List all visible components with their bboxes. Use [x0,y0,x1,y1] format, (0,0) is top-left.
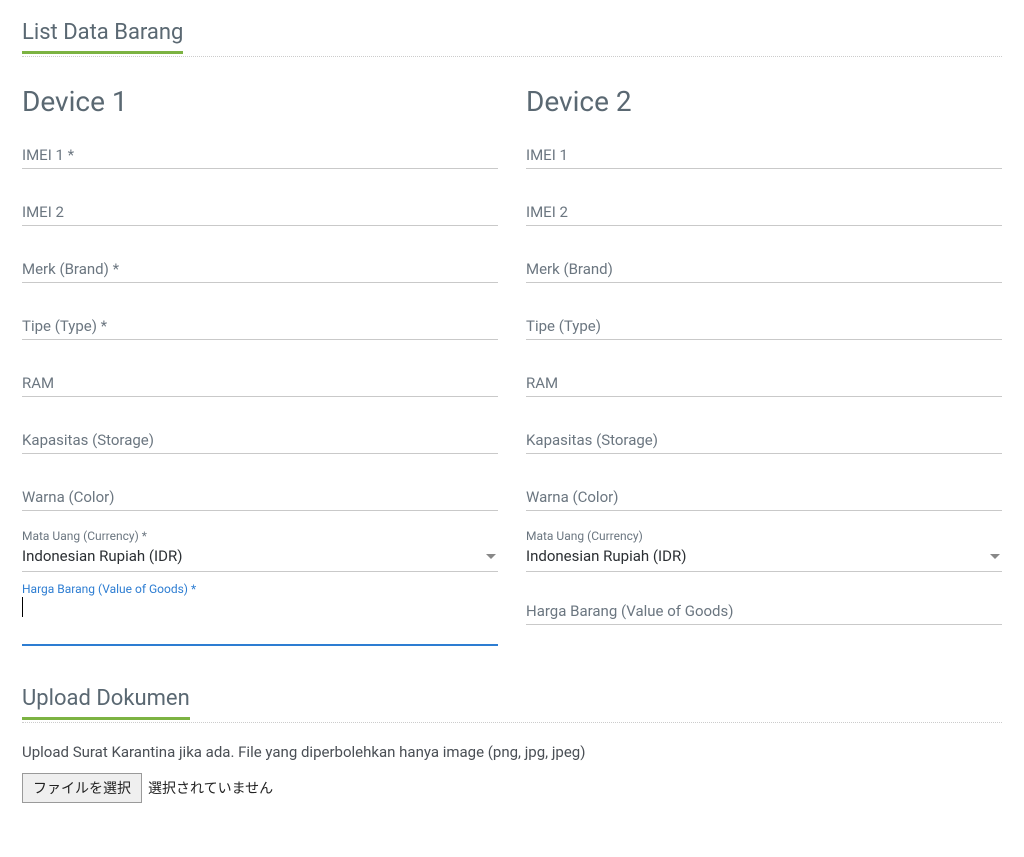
device-2-harga-label: Harga Barang (Value of Goods) [526,602,1002,620]
section-title-upload: Upload Dokumen [22,686,190,720]
device-2-imei1-field[interactable]: IMEI 1 [526,146,1002,169]
device-2-currency-value: Indonesian Rupiah (IDR) [526,547,686,565]
device-2-warna-label: Warna (Color) [526,488,1002,506]
device-2-merk-label: Merk (Brand) [526,260,1002,278]
device-2-merk-field[interactable]: Merk (Brand) [526,260,1002,283]
device-2-column: Device 2 IMEI 1 IMEI 2 Merk (Brand) Tipe… [526,85,1002,676]
device-1-heading: Device 1 [22,85,498,118]
device-1-column: Device 1 IMEI 1 * IMEI 2 Merk (Brand) * … [22,85,498,676]
device-1-merk-label: Merk (Brand) * [22,260,498,278]
section-title-list: List Data Barang [22,20,183,54]
device-1-currency-value: Indonesian Rupiah (IDR) [22,547,182,565]
file-select-button[interactable]: ファイルを選択 [22,773,142,803]
device-2-currency-small-label: Mata Uang (Currency) [526,529,1002,543]
device-2-heading: Device 2 [526,85,1002,118]
device-2-ram-field[interactable]: RAM [526,374,1002,397]
device-2-harga-field[interactable]: Harga Barang (Value of Goods) [526,602,1002,625]
device-2-kapasitas-field[interactable]: Kapasitas (Storage) [526,431,1002,454]
device-2-tipe-field[interactable]: Tipe (Type) [526,317,1002,340]
device-2-imei2-field[interactable]: IMEI 2 [526,203,1002,226]
device-1-merk-field[interactable]: Merk (Brand) * [22,260,498,283]
device-2-kapasitas-label: Kapasitas (Storage) [526,431,1002,449]
device-1-imei2-field[interactable]: IMEI 2 [22,203,498,226]
device-2-imei1-label: IMEI 1 [526,146,1002,164]
device-2-imei2-label: IMEI 2 [526,203,1002,221]
device-columns: Device 1 IMEI 1 * IMEI 2 Merk (Brand) * … [22,85,1002,676]
device-1-warna-label: Warna (Color) [22,488,498,506]
file-picker: ファイルを選択 選択されていません [22,773,1002,803]
device-1-harga-field[interactable] [22,596,498,646]
device-1-tipe-label: Tipe (Type) * [22,317,498,335]
device-1-currency-small-label: Mata Uang (Currency) * [22,529,498,543]
device-1-warna-field[interactable]: Warna (Color) [22,488,498,511]
device-1-kapasitas-label: Kapasitas (Storage) [22,431,498,449]
device-1-imei1-field[interactable]: IMEI 1 * [22,146,498,169]
section-header-upload: Upload Dokumen [22,686,1002,723]
file-selection-status: 選択されていません [148,778,273,798]
section-header-list: List Data Barang [22,20,1002,57]
device-2-ram-label: RAM [526,374,1002,392]
chevron-down-icon [990,554,1000,559]
device-1-harga-input[interactable] [22,617,498,638]
chevron-down-icon [486,554,496,559]
device-1-imei1-label: IMEI 1 * [22,146,498,164]
upload-description: Upload Surat Karantina jika ada. File ya… [22,743,1002,761]
device-1-ram-label: RAM [22,374,498,392]
device-1-currency-select[interactable]: Indonesian Rupiah (IDR) [22,547,498,572]
device-1-harga-label: Harga Barang (Value of Goods) * [22,582,498,596]
device-2-currency-select[interactable]: Indonesian Rupiah (IDR) [526,547,1002,572]
device-2-warna-field[interactable]: Warna (Color) [526,488,1002,511]
device-1-kapasitas-field[interactable]: Kapasitas (Storage) [22,431,498,454]
device-1-imei2-label: IMEI 2 [22,203,498,221]
text-cursor-icon [22,597,23,617]
device-2-tipe-label: Tipe (Type) [526,317,1002,335]
device-1-ram-field[interactable]: RAM [22,374,498,397]
device-1-tipe-field[interactable]: Tipe (Type) * [22,317,498,340]
